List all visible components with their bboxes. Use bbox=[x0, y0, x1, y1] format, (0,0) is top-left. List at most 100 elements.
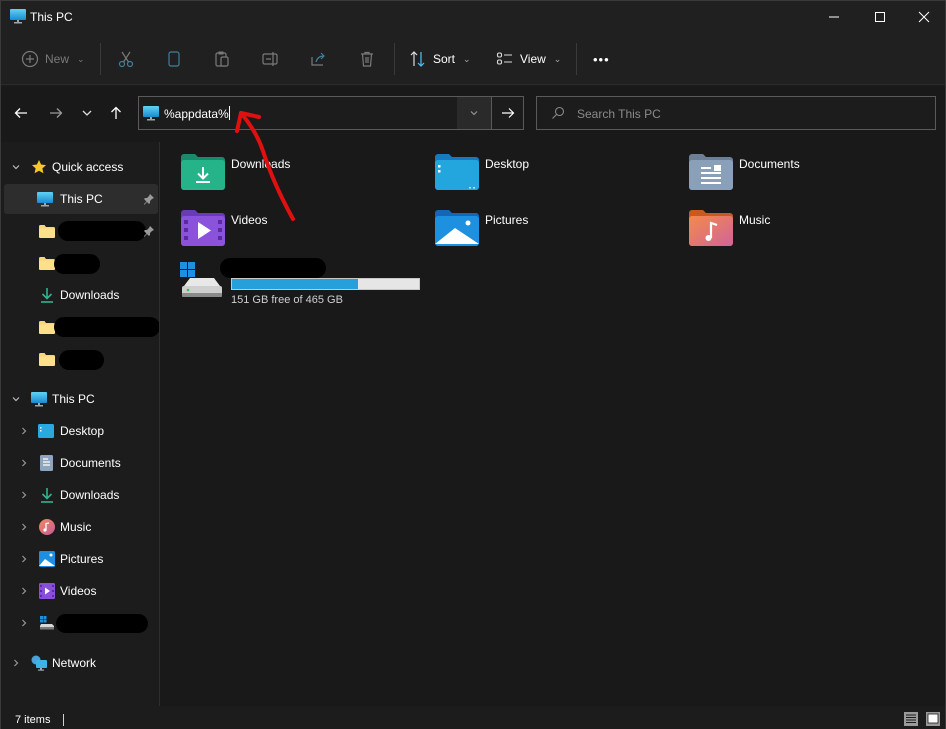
forward-button[interactable] bbox=[44, 101, 68, 125]
chevron-right-icon[interactable] bbox=[18, 585, 30, 597]
sidebar-item-redacted-folder[interactable] bbox=[4, 248, 158, 278]
sort-button[interactable]: Sort ⌄ bbox=[409, 43, 471, 75]
share-icon bbox=[311, 52, 325, 66]
arrow-right-icon bbox=[501, 108, 514, 118]
chevron-right-icon[interactable] bbox=[10, 657, 22, 669]
folder-tile-desktop[interactable]: Desktop bbox=[435, 154, 675, 202]
up-arrow-icon bbox=[111, 106, 121, 119]
desktop-icon bbox=[38, 424, 54, 438]
pin-icon[interactable] bbox=[143, 225, 155, 237]
drive-usage-bar bbox=[231, 278, 420, 290]
chevron-down-icon[interactable] bbox=[10, 161, 22, 173]
folder-name: Pictures bbox=[485, 213, 529, 227]
sidebar-item-label: Downloads bbox=[60, 288, 120, 302]
more-icon: ••• bbox=[593, 51, 610, 67]
drive-usage-fill bbox=[232, 279, 359, 289]
view-icon bbox=[496, 52, 512, 65]
go-button[interactable] bbox=[491, 97, 523, 129]
redacted-label bbox=[59, 350, 104, 370]
rename-button[interactable] bbox=[261, 43, 279, 75]
close-button[interactable] bbox=[901, 1, 946, 33]
minimize-button[interactable] bbox=[811, 1, 857, 33]
address-history-dropdown[interactable] bbox=[457, 97, 491, 129]
folder-tile-documents[interactable]: Documents bbox=[689, 154, 929, 202]
pictures-folder-icon bbox=[435, 210, 479, 246]
music-folder-icon bbox=[689, 210, 733, 246]
folder-tile-music[interactable]: Music bbox=[689, 210, 929, 258]
drive-icon bbox=[40, 616, 54, 630]
folder-name: Desktop bbox=[485, 157, 530, 171]
new-label: New bbox=[45, 52, 70, 66]
sidebar-item-videos[interactable]: Videos bbox=[4, 576, 158, 606]
maximize-button[interactable] bbox=[857, 1, 903, 33]
sidebar-item-documents[interactable]: Documents bbox=[4, 448, 158, 478]
pin-icon[interactable] bbox=[143, 193, 155, 205]
documents-icon bbox=[40, 455, 53, 471]
paste-icon bbox=[215, 51, 229, 67]
paste-button[interactable] bbox=[213, 43, 231, 75]
back-arrow-icon bbox=[14, 108, 27, 118]
search-box[interactable]: Search This PC bbox=[536, 96, 936, 130]
drive-tile[interactable]: 151 GB free of 465 GB bbox=[180, 258, 440, 310]
downloads-folder-icon bbox=[181, 154, 225, 190]
share-button[interactable] bbox=[309, 43, 327, 75]
folder-name: Downloads bbox=[231, 157, 291, 171]
network-icon bbox=[31, 655, 47, 671]
sidebar-item-redacted-folder[interactable] bbox=[4, 344, 158, 374]
close-icon bbox=[918, 11, 930, 23]
sidebar-this-pc[interactable]: This PC bbox=[4, 384, 158, 414]
details-view-icon[interactable] bbox=[904, 712, 918, 726]
redacted-drive-name bbox=[220, 258, 326, 278]
more-options-button[interactable]: ••• bbox=[593, 43, 610, 75]
chevron-right-icon[interactable] bbox=[18, 489, 30, 501]
navigation-bar: %appdata% Search This PC bbox=[1, 86, 945, 142]
back-button[interactable] bbox=[9, 101, 33, 125]
view-button[interactable]: View ⌄ bbox=[496, 43, 561, 75]
search-icon bbox=[552, 106, 565, 119]
folder-tile-pictures[interactable]: Pictures bbox=[435, 210, 675, 258]
chevron-right-icon[interactable] bbox=[18, 425, 30, 437]
search-input[interactable]: Search This PC bbox=[577, 107, 661, 121]
new-button[interactable]: New ⌄ bbox=[21, 43, 85, 75]
sidebar-item-downloads-quick[interactable]: Downloads bbox=[4, 280, 158, 310]
sidebar-item-downloads[interactable]: Downloads bbox=[4, 480, 158, 510]
copy-button[interactable] bbox=[165, 43, 183, 75]
download-icon bbox=[41, 288, 53, 303]
sidebar-item-label: This PC bbox=[52, 392, 95, 406]
chevron-right-icon[interactable] bbox=[18, 553, 30, 565]
navigation-pane: Quick access This PC Downloads This PC D… bbox=[1, 142, 160, 706]
delete-button[interactable] bbox=[358, 43, 376, 75]
up-button[interactable] bbox=[104, 101, 128, 125]
sidebar-item-label: This PC bbox=[60, 192, 103, 206]
sidebar-quick-access[interactable]: Quick access bbox=[4, 152, 158, 182]
redacted-label bbox=[56, 614, 148, 633]
chevron-right-icon[interactable] bbox=[18, 521, 30, 533]
cut-button[interactable] bbox=[117, 43, 135, 75]
folder-tile-downloads[interactable]: Downloads bbox=[181, 154, 421, 202]
sidebar-item-desktop[interactable]: Desktop bbox=[4, 416, 158, 446]
sidebar-item-this-pc-pinned[interactable]: This PC bbox=[4, 184, 158, 214]
sidebar-item-pictures[interactable]: Pictures bbox=[4, 544, 158, 574]
sidebar-item-redacted-folder[interactable] bbox=[4, 216, 158, 246]
address-input[interactable]: %appdata% bbox=[164, 106, 230, 121]
sidebar-item-redacted-folder[interactable] bbox=[4, 312, 160, 342]
sidebar-item-music[interactable]: Music bbox=[4, 512, 158, 542]
folder-icon bbox=[39, 225, 55, 238]
chevron-down-icon[interactable] bbox=[10, 393, 22, 405]
delete-icon bbox=[361, 51, 373, 67]
folder-tile-videos[interactable]: Videos bbox=[181, 210, 421, 258]
recent-locations-button[interactable] bbox=[75, 101, 99, 125]
pictures-icon bbox=[39, 551, 55, 567]
sidebar-item-label: Documents bbox=[60, 456, 121, 470]
sidebar-item-label: Videos bbox=[60, 584, 97, 598]
folder-icon bbox=[39, 257, 55, 270]
star-icon bbox=[32, 160, 46, 174]
chevron-right-icon[interactable] bbox=[18, 617, 30, 629]
sidebar-item-local-drive[interactable] bbox=[4, 608, 158, 638]
sidebar-network[interactable]: Network bbox=[4, 648, 158, 678]
chevron-right-icon[interactable] bbox=[18, 457, 30, 469]
desktop-folder-icon bbox=[435, 154, 479, 190]
tiles-view-icon[interactable] bbox=[926, 712, 940, 726]
address-bar[interactable]: %appdata% bbox=[138, 96, 524, 130]
divider bbox=[100, 43, 101, 75]
